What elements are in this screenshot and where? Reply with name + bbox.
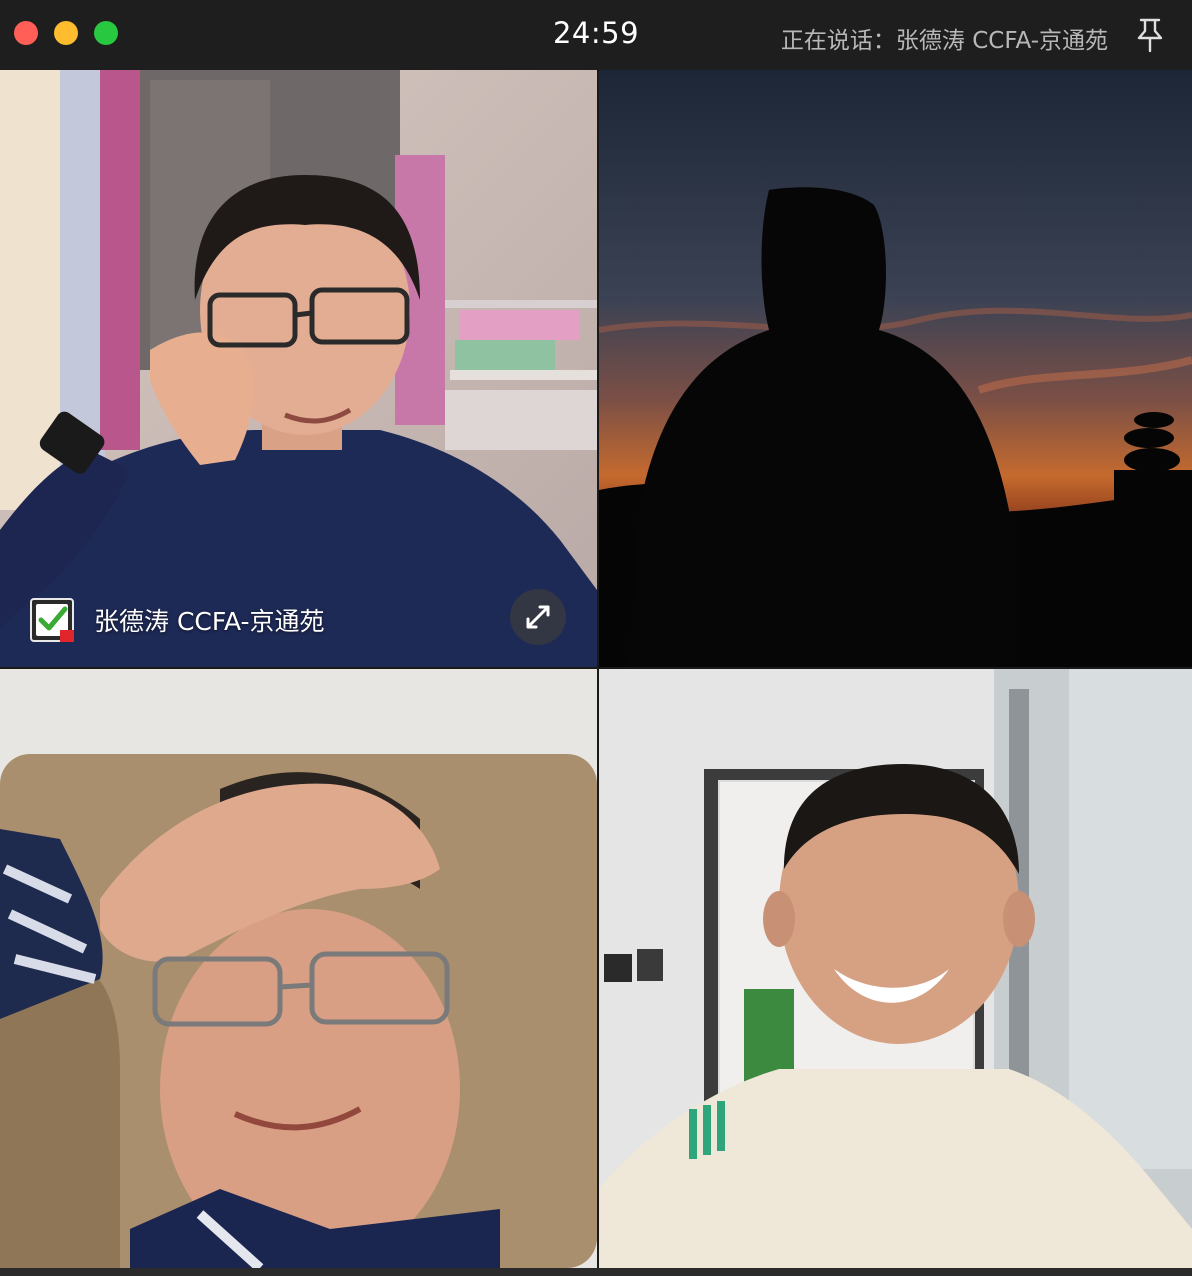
video-tile-2[interactable] (599, 70, 1192, 667)
pin-icon[interactable] (1134, 17, 1166, 53)
video-grid: 张德涛 CCFA-京通苑 (0, 70, 1192, 1268)
video-feed-3 (0, 669, 597, 1268)
video-feed-2 (599, 70, 1192, 667)
video-call-window: 24:59 正在说话：张德涛 CCFA-京通苑 张德涛 CCFA-京通苑 (0, 0, 1192, 1276)
bottom-edge (0, 1268, 1192, 1276)
title-bar: 24:59 正在说话：张德涛 CCFA-京通苑 (0, 0, 1192, 71)
participant-name: 张德涛 CCFA-京通苑 (94, 607, 325, 636)
active-speaker-label: 正在说话：张德涛 CCFA-京通苑 (780, 28, 1108, 54)
minimize-button[interactable] (54, 21, 78, 45)
expand-arrows-icon[interactable] (510, 589, 566, 645)
video-tile-4[interactable] (599, 669, 1192, 1268)
participant-namebar: 张德涛 CCFA-京通苑 (30, 595, 325, 645)
video-tile-3[interactable] (0, 669, 597, 1268)
check-icon (30, 598, 74, 642)
video-feed-1 (0, 70, 597, 667)
close-button[interactable] (14, 21, 38, 45)
zoom-button[interactable] (94, 21, 118, 45)
video-feed-4 (599, 669, 1192, 1268)
video-tile-1[interactable]: 张德涛 CCFA-京通苑 (0, 70, 597, 667)
